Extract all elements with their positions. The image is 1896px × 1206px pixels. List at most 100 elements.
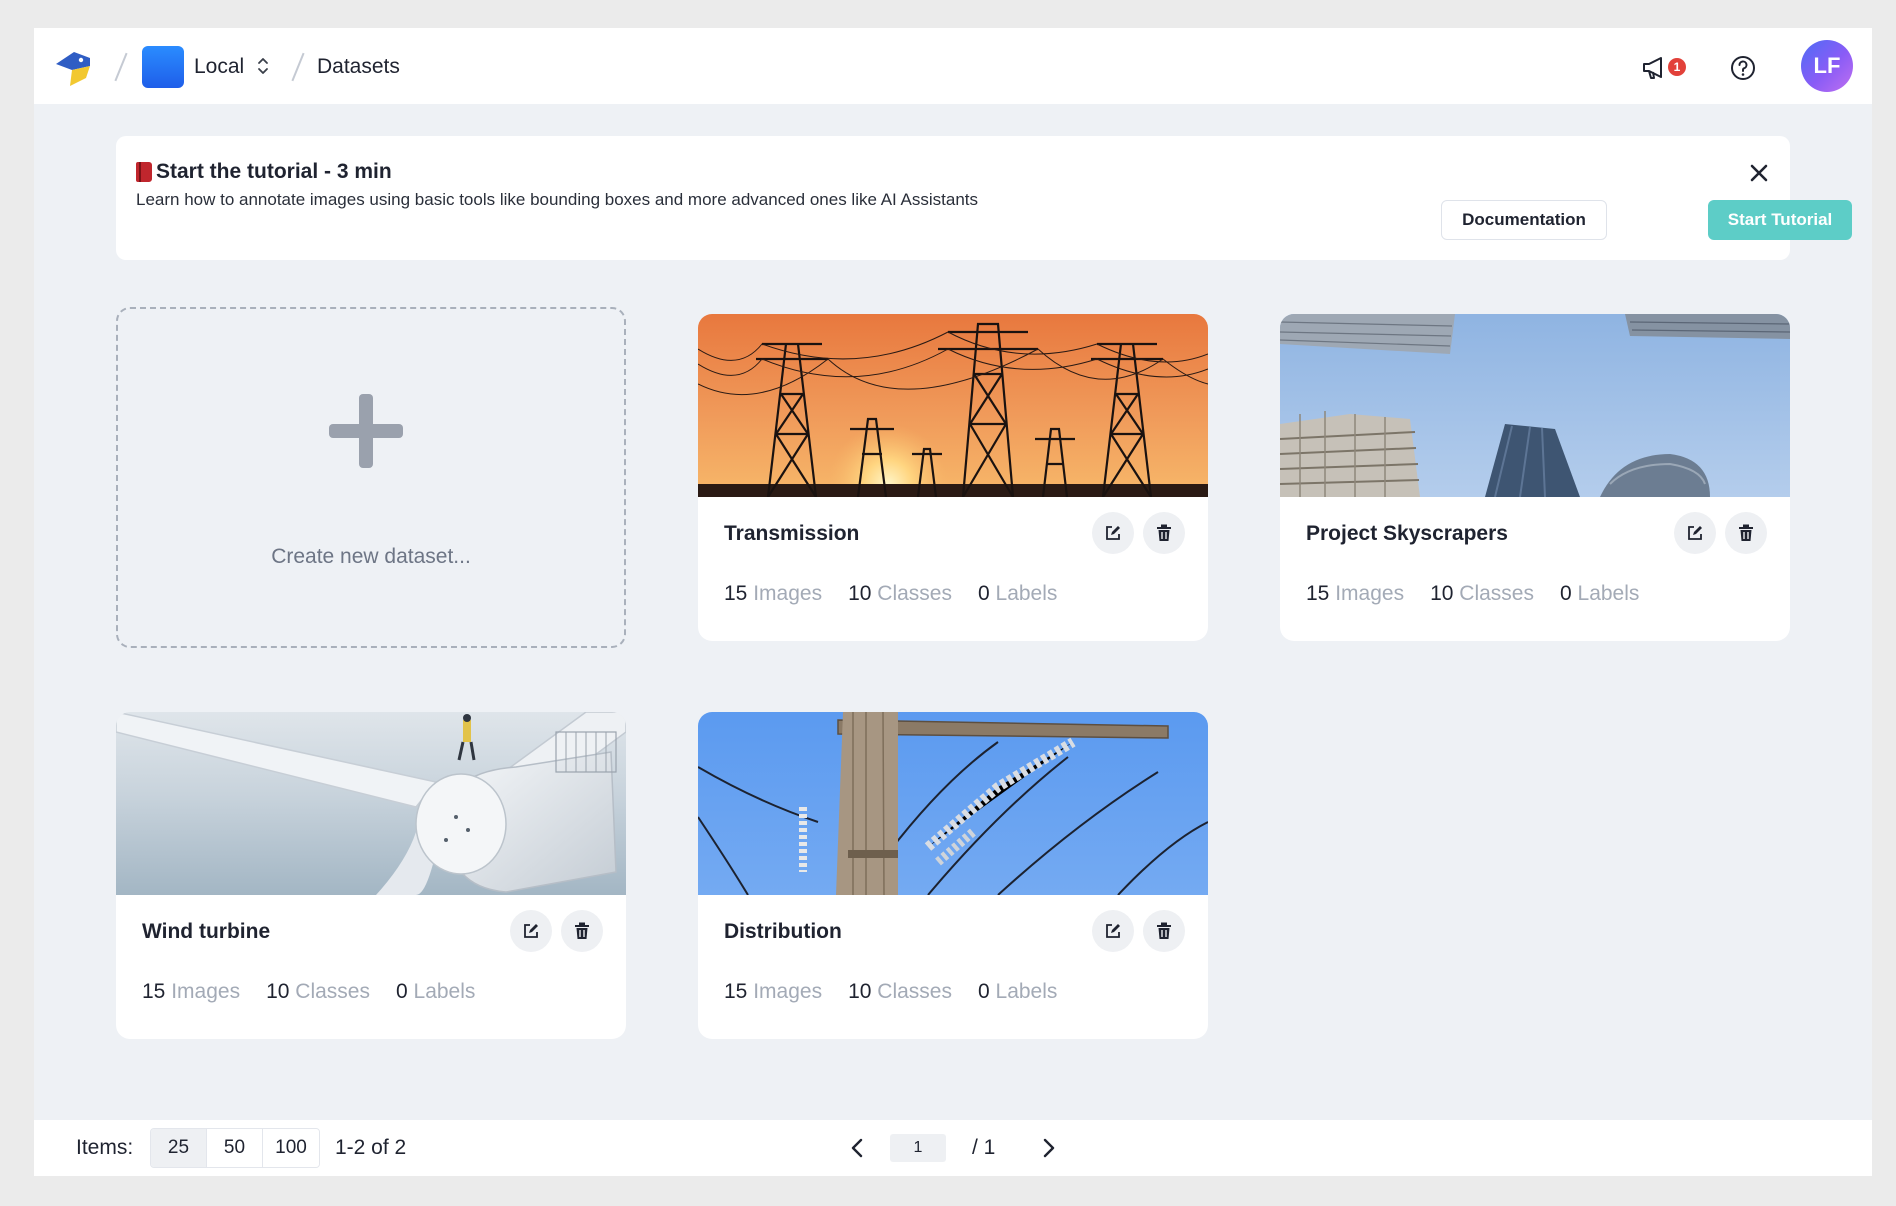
dataset-card-transmission[interactable]: Transmission 15 Images 10 Classes 0 Labe… (698, 314, 1208, 641)
user-avatar[interactable]: LF (1801, 40, 1853, 92)
book-icon (136, 162, 152, 182)
delete-dataset-button[interactable] (1725, 512, 1767, 554)
labels-label: Labels (1577, 582, 1640, 605)
images-count: 15 (142, 980, 166, 1003)
delete-dataset-button[interactable] (561, 910, 603, 952)
stat-classes: 10 Classes (848, 980, 952, 1004)
stat-images: 15 Images (724, 582, 822, 606)
top-bar: Local Datasets 1 LF (34, 28, 1872, 104)
previous-page-button[interactable] (844, 1134, 872, 1162)
megaphone-icon (1643, 57, 1662, 79)
trash-icon (1157, 922, 1171, 939)
app-window: Local Datasets 1 LF Start the tutorial -… (34, 28, 1872, 1176)
breadcrumb-separator (114, 52, 128, 82)
edit-dataset-button[interactable] (1092, 512, 1134, 554)
edit-dataset-button[interactable] (1092, 910, 1134, 952)
workspace-icon[interactable] (142, 46, 184, 88)
images-label: Images (171, 980, 241, 1003)
next-page-button[interactable] (1034, 1134, 1062, 1162)
stat-classes: 10 Classes (266, 980, 370, 1004)
page-size-option-25[interactable]: 25 (151, 1129, 207, 1167)
dataset-thumbnail-utility-pole (698, 712, 1208, 895)
edit-icon (1106, 526, 1120, 540)
chevron-left-icon (851, 1138, 863, 1158)
documentation-button[interactable]: Documentation (1441, 200, 1607, 240)
classes-count: 10 (1430, 582, 1454, 605)
dataset-card-project-skyscrapers[interactable]: Project Skyscrapers 15 Images 10 Classes… (1280, 314, 1790, 641)
dataset-name: Wind turbine (142, 920, 271, 943)
items-per-page-label: Items: (76, 1136, 134, 1159)
close-banner-button[interactable] (1746, 160, 1772, 186)
dataset-name: Project Skyscrapers (1306, 522, 1508, 545)
edit-icon (524, 924, 538, 938)
images-label: Images (753, 980, 823, 1003)
create-dataset-tile[interactable]: Create new dataset... (116, 307, 626, 648)
stat-labels: 0 Labels (1560, 582, 1639, 606)
classes-label: Classes (1459, 582, 1534, 605)
page-number-input[interactable] (890, 1134, 946, 1162)
app-logo-icon[interactable] (54, 48, 94, 86)
delete-dataset-button[interactable] (1143, 512, 1185, 554)
start-tutorial-button[interactable]: Start Tutorial (1708, 200, 1852, 240)
dataset-card-wind-turbine[interactable]: Wind turbine 15 Images 10 Classes 0 Labe… (116, 712, 626, 1039)
help-icon (1731, 56, 1755, 80)
dataset-thumbnail-power-lines (698, 314, 1208, 497)
classes-label: Classes (877, 582, 952, 605)
banner-title-text: Start the tutorial - 3 min (156, 160, 392, 183)
dataset-stats: 15 Images 10 Classes 0 Labels (724, 980, 1083, 1004)
images-label: Images (1335, 582, 1405, 605)
dataset-stats: 15 Images 10 Classes 0 Labels (142, 980, 501, 1004)
labels-count: 0 (395, 980, 408, 1003)
dataset-stats: 15 Images 10 Classes 0 Labels (724, 582, 1083, 606)
classes-count: 10 (848, 980, 872, 1003)
labels-count: 0 (1559, 582, 1572, 605)
dataset-name: Transmission (724, 522, 860, 545)
images-count: 15 (1306, 582, 1330, 605)
dataset-thumbnail-skyscrapers (1280, 314, 1790, 497)
stat-labels: 0 Labels (978, 582, 1057, 606)
dataset-thumbnail-wind-turbine (116, 712, 626, 895)
dataset-card-distribution[interactable]: Distribution 15 Images 10 Classes 0 Labe… (698, 712, 1208, 1039)
edit-dataset-button[interactable] (510, 910, 552, 952)
notification-badge: 1 (1668, 58, 1686, 76)
pagination-bar: Items: 25 50 100 1-2 of 2 / 1 (34, 1120, 1872, 1176)
stat-labels: 0 Labels (978, 980, 1057, 1004)
edit-icon (1106, 924, 1120, 938)
chevron-updown-icon[interactable] (256, 55, 270, 77)
chevron-right-icon (1043, 1138, 1055, 1158)
page-size-option-50[interactable]: 50 (207, 1129, 263, 1167)
banner-description: Learn how to annotate images using basic… (136, 190, 979, 209)
labels-label: Labels (995, 980, 1058, 1003)
classes-count: 10 (266, 980, 290, 1003)
dataset-name: Distribution (724, 920, 842, 943)
images-count: 15 (724, 980, 748, 1003)
stat-classes: 10 Classes (1430, 582, 1534, 606)
edit-icon (1688, 526, 1702, 540)
trash-icon (575, 922, 589, 939)
trash-icon (1739, 524, 1753, 541)
delete-dataset-button[interactable] (1143, 910, 1185, 952)
classes-count: 10 (848, 582, 872, 605)
labels-label: Labels (413, 980, 476, 1003)
items-range: 1-2 of 2 (335, 1136, 407, 1159)
help-button[interactable] (1727, 52, 1759, 84)
images-label: Images (753, 582, 823, 605)
close-icon (1750, 164, 1768, 182)
edit-dataset-button[interactable] (1674, 512, 1716, 554)
labels-label: Labels (995, 582, 1058, 605)
workspace-name[interactable]: Local (194, 55, 244, 79)
breadcrumb-datasets[interactable]: Datasets (317, 55, 400, 79)
page-total: / 1 (972, 1136, 996, 1159)
stat-images: 15 Images (142, 980, 240, 1004)
stat-labels: 0 Labels (396, 980, 475, 1004)
classes-label: Classes (877, 980, 952, 1003)
stat-classes: 10 Classes (848, 582, 952, 606)
plus-icon (327, 392, 405, 470)
dataset-stats: 15 Images 10 Classes 0 Labels (1306, 582, 1665, 606)
page-size-option-100[interactable]: 100 (263, 1129, 319, 1167)
trash-icon (1157, 524, 1171, 541)
images-count: 15 (724, 582, 748, 605)
stat-images: 15 Images (724, 980, 822, 1004)
labels-count: 0 (977, 582, 990, 605)
banner-title: Start the tutorial - 3 min (136, 160, 392, 184)
